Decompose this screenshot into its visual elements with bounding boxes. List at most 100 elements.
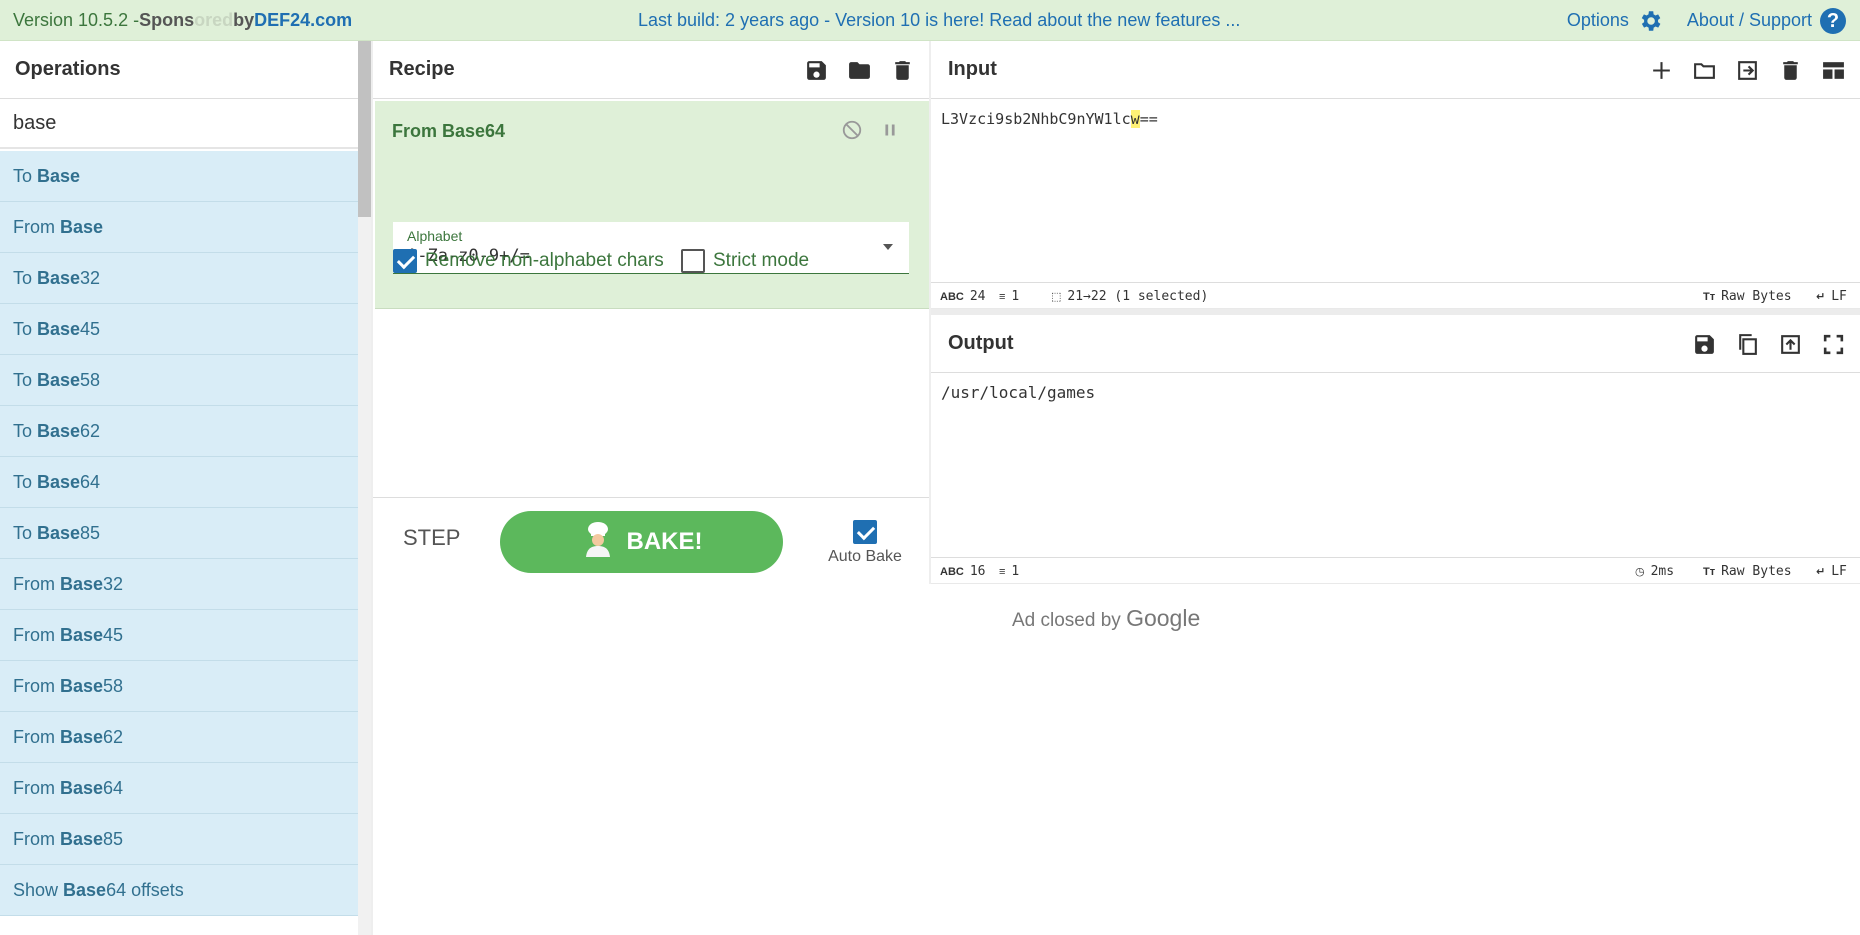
operation-list-item[interactable]: From Base 85: [0, 814, 358, 865]
operation-name: From Base64: [392, 121, 506, 141]
input-status-bar: ABC 24 ≡ 1 ⬚ 21→22 (1 selected) Tт Raw Bytes…: [931, 282, 1860, 309]
operation-item-prefix: From: [13, 675, 60, 696]
scrollbar-thumb[interactable]: [358, 41, 371, 217]
output-eol[interactable]: LF: [1831, 564, 1847, 579]
output-encoding[interactable]: Raw Bytes: [1721, 564, 1791, 579]
google-logo: Google: [1126, 605, 1201, 631]
operation-item-match: Base: [37, 420, 81, 441]
input-textarea[interactable]: L3Vzci9sb2NhbC9nYW1lcw==: [941, 110, 1158, 128]
operations-title: Operations: [0, 41, 370, 99]
replace-input-icon[interactable]: [1778, 332, 1803, 357]
operation-list-item[interactable]: From Base 45: [0, 610, 358, 661]
input-lines: 1: [1011, 289, 1020, 304]
operation-list-item[interactable]: From Base 64: [0, 763, 358, 814]
eol-icon[interactable]: ↵: [1816, 565, 1825, 578]
operation-item-match: Base: [37, 471, 81, 492]
operation-item-prefix: From: [13, 726, 60, 747]
operation-item-prefix: To: [13, 522, 38, 543]
length-icon: ABC: [940, 290, 964, 303]
operation-list-item[interactable]: From Base: [0, 202, 358, 253]
operation-item-suffix: 32: [80, 267, 101, 288]
operation-list-item[interactable]: To Base 45: [0, 304, 358, 355]
help-icon[interactable]: ?: [1820, 7, 1846, 34]
trash-icon[interactable]: [890, 58, 915, 83]
operation-item-match: Base: [63, 879, 107, 900]
operation-list-item[interactable]: From Base 32: [0, 559, 358, 610]
pause-icon[interactable]: [879, 119, 901, 146]
font-size-icon[interactable]: Tт: [1703, 566, 1715, 578]
operation-item-match: Base: [60, 726, 104, 747]
bake-button[interactable]: BAKE!: [500, 511, 783, 573]
remove-non-alphabet-label: Remove non-alphabet chars: [425, 250, 664, 271]
operations-search-input[interactable]: base: [0, 99, 370, 149]
output-textarea[interactable]: /usr/local/games: [941, 383, 1095, 402]
chevron-down-icon[interactable]: [883, 244, 893, 250]
operation-list-item[interactable]: To Base 85: [0, 508, 358, 559]
operation-item-match: Base: [37, 318, 81, 339]
sponsor-link[interactable]: DEF24.com: [254, 10, 352, 31]
operation-list-item[interactable]: To Base 58: [0, 355, 358, 406]
maximize-icon[interactable]: [1821, 332, 1846, 357]
operation-item-match: Base: [60, 777, 104, 798]
operation-list-item[interactable]: Show Base 64 offsets: [0, 865, 358, 916]
disable-icon[interactable]: [841, 119, 863, 146]
operation-list-item[interactable]: From Base 58: [0, 661, 358, 712]
operation-item-suffix: 45: [103, 624, 124, 645]
auto-bake-label: Auto Bake: [828, 548, 902, 565]
save-icon[interactable]: [1692, 332, 1717, 357]
input-text-selected: w: [1130, 110, 1140, 128]
gear-icon[interactable]: [1637, 8, 1663, 34]
open-folder-icon[interactable]: [1692, 58, 1717, 83]
operation-list-item[interactable]: From Base 62: [0, 712, 358, 763]
operation-list-item[interactable]: To Base 62: [0, 406, 358, 457]
add-icon[interactable]: [1649, 58, 1674, 83]
operation-item-suffix: 32: [103, 573, 124, 594]
operations-scrollbar[interactable]: [358, 41, 371, 935]
chef-icon: [581, 521, 615, 564]
trash-icon[interactable]: [1778, 58, 1803, 83]
bake-bar: STEP BAKE! Auto Bake: [373, 497, 929, 585]
remove-non-alphabet-checkbox[interactable]: Remove non-alphabet chars: [393, 249, 664, 273]
strict-mode-checkbox[interactable]: Strict mode: [681, 249, 809, 273]
folder-icon[interactable]: [847, 58, 872, 83]
layout-icon[interactable]: [1821, 58, 1846, 83]
operation-item-suffix: 64 offsets: [106, 879, 184, 900]
operation-list-item[interactable]: To Base: [0, 151, 358, 202]
recipe-title: Recipe: [389, 58, 455, 80]
auto-bake-checkbox[interactable]: Auto Bake: [820, 520, 910, 566]
sponsored-by: by: [233, 10, 255, 30]
operation-item-suffix: 64: [103, 777, 124, 798]
selection-icon: ⬚: [1051, 291, 1062, 303]
font-size-icon[interactable]: Tт: [1703, 291, 1715, 303]
recipe-operation-card[interactable]: From Base64 Alphabet A-Za-z0-9+/= Remove…: [375, 101, 929, 309]
input-length: 24: [969, 289, 986, 304]
options-link[interactable]: Options: [1567, 10, 1629, 31]
alphabet-label: Alphabet: [407, 228, 463, 244]
checkbox-checked-icon[interactable]: [393, 249, 417, 273]
input-encoding[interactable]: Raw Bytes: [1721, 289, 1791, 304]
import-file-icon[interactable]: [1735, 58, 1760, 83]
operation-item-match: Base: [60, 216, 104, 237]
eol-icon[interactable]: ↵: [1816, 290, 1825, 303]
operation-item-suffix: 62: [80, 420, 101, 441]
operation-item-prefix: To: [13, 471, 38, 492]
checkbox-checked-icon[interactable]: [853, 520, 877, 544]
save-icon[interactable]: [804, 58, 829, 83]
output-title: Output: [948, 332, 1014, 354]
operation-list-item[interactable]: To Base 32: [0, 253, 358, 304]
copy-icon[interactable]: [1735, 332, 1760, 357]
step-button[interactable]: STEP: [403, 518, 460, 558]
operation-list-item[interactable]: To Base 64: [0, 457, 358, 508]
about-support-link[interactable]: About / Support: [1687, 10, 1812, 31]
ad-text: Ad closed by: [1012, 610, 1127, 631]
operation-item-suffix: 64: [80, 471, 101, 492]
input-eol[interactable]: LF: [1831, 289, 1847, 304]
bake-label: BAKE!: [626, 528, 703, 555]
build-notice-link[interactable]: Last build: 2 years ago - Version 10 is …: [638, 0, 1240, 41]
operation-item-suffix: 58: [80, 369, 101, 390]
checkbox-unchecked-icon[interactable]: [681, 249, 705, 273]
top-banner: Version 10.5.2 - Spons ored by DEF24.com …: [0, 0, 1860, 41]
input-text-after: ==: [1139, 110, 1158, 128]
operation-item-match: Base: [60, 573, 104, 594]
operation-item-suffix: 45: [80, 318, 101, 339]
